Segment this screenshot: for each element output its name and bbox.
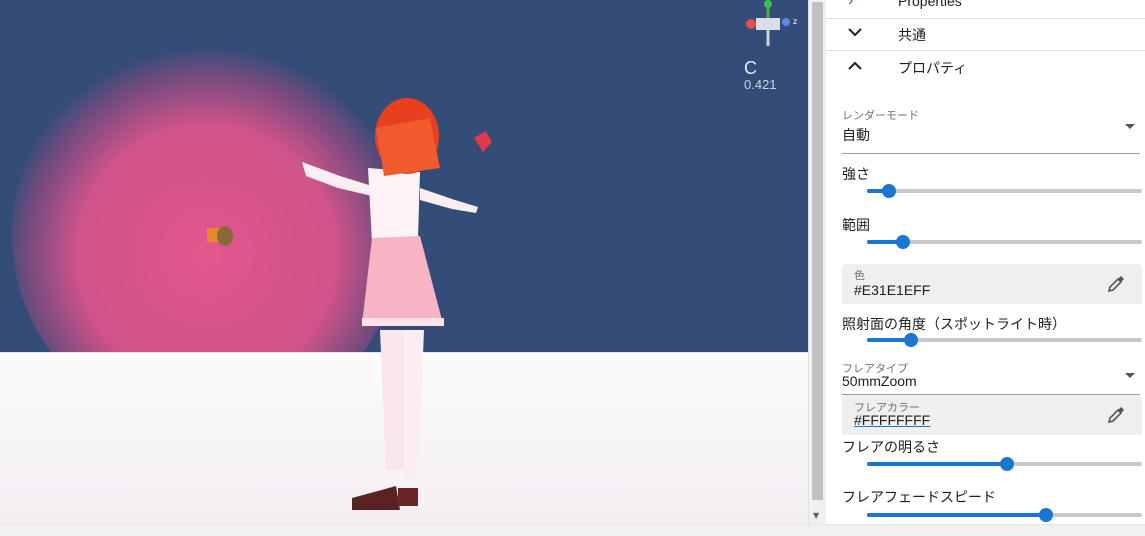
intensity-label: 強さ bbox=[842, 166, 870, 182]
flare-fade-speed-label: フレアフェードスピード bbox=[842, 489, 996, 505]
section-properties[interactable]: › Properties bbox=[826, 0, 1145, 19]
intensity-slider[interactable] bbox=[867, 184, 1142, 198]
dropdown-arrow-icon bbox=[1125, 373, 1135, 378]
flare-fade-speed-slider[interactable] bbox=[867, 508, 1142, 522]
section-title: 共通 bbox=[898, 27, 926, 43]
spot-angle-label: 照射面の角度（スポットライト時） bbox=[842, 316, 1066, 332]
slider-thumb[interactable] bbox=[1000, 457, 1014, 471]
range-label: 範囲 bbox=[842, 217, 870, 233]
color-field[interactable]: 色 #E31E1EFF bbox=[842, 264, 1142, 304]
slider-thumb[interactable] bbox=[882, 184, 896, 198]
camera-mode-label: C bbox=[744, 58, 757, 78]
flare-brightness-slider[interactable] bbox=[867, 457, 1142, 471]
svg-text:z: z bbox=[793, 17, 797, 26]
viewport-scrollbar[interactable]: ▼ bbox=[808, 0, 826, 524]
scene-objects bbox=[207, 98, 492, 510]
slider-thumb[interactable] bbox=[904, 333, 918, 347]
light-object-icon[interactable] bbox=[207, 226, 233, 246]
flare-brightness-label: フレアの明るさ bbox=[842, 439, 940, 455]
render-mode-value: 自動 bbox=[842, 127, 870, 143]
slider-thumb[interactable] bbox=[896, 235, 910, 249]
eyedropper-icon[interactable] bbox=[1106, 405, 1126, 425]
axis-gizmo[interactable]: z bbox=[742, 0, 800, 52]
camera-zoom-value: 0.421 bbox=[744, 77, 777, 92]
eyedropper-icon[interactable] bbox=[1106, 274, 1126, 294]
section-common[interactable]: 共通 bbox=[826, 18, 1145, 51]
scrollbar-thumb[interactable] bbox=[812, 2, 823, 500]
color-value: #E31E1EFF bbox=[854, 282, 931, 298]
flare-color-value[interactable]: #FFFFFFFF bbox=[854, 412, 930, 428]
properties-panel: › Properties 共通 プロパティ レンダーモード 自動 強さ 範囲 色… bbox=[826, 0, 1145, 524]
flare-type-value: 50mmZoom bbox=[842, 373, 917, 389]
chevron-up-icon bbox=[848, 61, 862, 70]
scroll-down-arrow-icon[interactable]: ▼ bbox=[813, 511, 819, 520]
horizontal-scrollbar[interactable] bbox=[0, 524, 1145, 536]
range-slider[interactable] bbox=[867, 235, 1142, 249]
character-model[interactable] bbox=[302, 98, 478, 510]
section-properties-jp[interactable]: プロパティ bbox=[826, 51, 1145, 83]
spot-angle-slider[interactable] bbox=[867, 333, 1142, 347]
3d-viewport[interactable]: z C 0.421 bbox=[0, 0, 808, 524]
dropdown-arrow-icon bbox=[1125, 124, 1135, 129]
section-title: Properties bbox=[898, 0, 962, 9]
chevron-right-icon: › bbox=[848, 0, 854, 9]
flare-color-field[interactable]: フレアカラー #FFFFFFFF bbox=[842, 395, 1142, 435]
color-caption: 色 bbox=[854, 270, 865, 282]
section-title: プロパティ bbox=[898, 60, 968, 76]
slider-thumb[interactable] bbox=[1039, 508, 1053, 522]
render-mode-caption: レンダーモード bbox=[842, 110, 919, 122]
chevron-down-icon bbox=[848, 28, 862, 37]
select-underline bbox=[842, 153, 1140, 154]
flare-marker-icon bbox=[474, 131, 492, 152]
